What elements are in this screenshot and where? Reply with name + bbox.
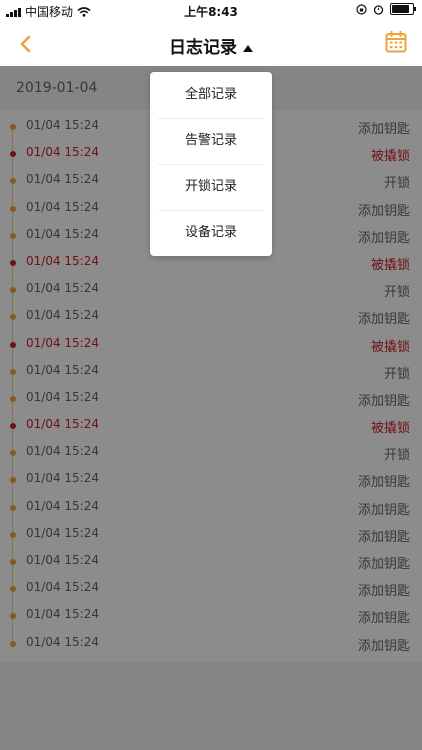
filter-device-records[interactable]: 设备记录 bbox=[158, 210, 264, 256]
filter-unlock-records[interactable]: 开锁记录 bbox=[158, 164, 264, 210]
filter-all-records[interactable]: 全部记录 bbox=[158, 72, 264, 118]
calendar-icon[interactable] bbox=[384, 30, 408, 54]
nav-bar: 日志记录 bbox=[0, 22, 422, 66]
alarm-clock-icon bbox=[373, 4, 384, 15]
status-right bbox=[356, 3, 416, 15]
orientation-lock-icon bbox=[356, 3, 367, 15]
filter-dropdown: 全部记录 告警记录 开锁记录 设备记录 bbox=[150, 72, 272, 256]
nav-title-dropdown-toggle[interactable]: 日志记录 bbox=[0, 33, 422, 58]
battery-icon bbox=[390, 3, 416, 15]
filter-alarm-records[interactable]: 告警记录 bbox=[158, 118, 264, 164]
status-bar: 中国移动 上午8:43 bbox=[0, 0, 422, 22]
caret-up-icon bbox=[243, 44, 253, 52]
page-title: 日志记录 bbox=[169, 38, 237, 58]
